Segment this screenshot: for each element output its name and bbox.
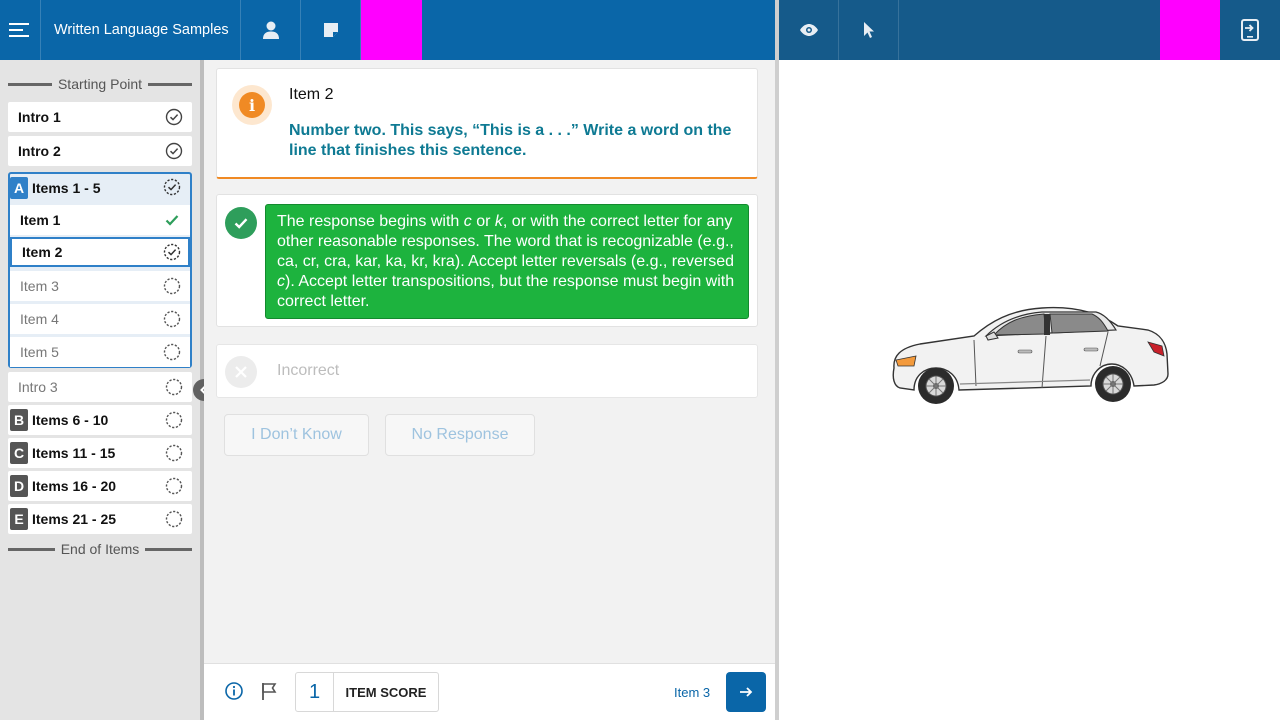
sidebar-item-item-5[interactable]: Item 5 — [10, 337, 190, 367]
close-icon — [235, 366, 247, 378]
preview-button[interactable] — [779, 0, 839, 60]
item-title: Item 2 — [289, 86, 334, 103]
stimulus-toolbar — [779, 0, 1280, 60]
criteria-letter-c: c — [463, 213, 472, 230]
dont-know-button[interactable]: I Don’t Know — [224, 414, 369, 456]
sidebar-group-items-16-20[interactable]: D Items 16 - 20 — [8, 471, 192, 501]
info-badge: i — [232, 85, 272, 125]
redacted-block — [361, 0, 422, 60]
in-progress-dashed-check-icon — [163, 178, 181, 196]
screen-share-button[interactable] — [1220, 0, 1280, 60]
sidebar-item-label: Intro 1 — [18, 109, 61, 125]
flag-icon — [262, 683, 277, 700]
sidebar-group-items-11-15[interactable]: C Items 11 - 15 — [8, 438, 192, 468]
flag-item-button[interactable] — [260, 681, 278, 706]
sidebar-item-item-1[interactable]: Item 1 — [10, 205, 190, 235]
starting-point-label: Starting Point — [57, 76, 143, 92]
item-info-button[interactable] — [224, 681, 244, 706]
not-started-dashed-circle-icon — [165, 411, 183, 429]
group-letter-badge: D — [10, 475, 28, 497]
not-started-dashed-circle-icon — [163, 343, 181, 361]
criteria-letter-c: c — [277, 273, 285, 290]
scored-check-icon — [165, 215, 179, 226]
complete-check-circle-icon — [165, 142, 183, 160]
sidebar-group-label: Items 1 - 5 — [32, 179, 101, 196]
sidebar-item-item-4[interactable]: Item 4 — [10, 304, 190, 334]
criteria-text: or — [471, 213, 495, 230]
starting-point-separator: Starting Point — [8, 76, 192, 92]
sidebar-item-label: Item 2 — [22, 244, 63, 260]
sidebar-item-intro-3[interactable]: Intro 3 — [8, 372, 192, 402]
item-prompt-text: Number two. This says, “This is a . . .”… — [289, 122, 732, 159]
not-started-dashed-circle-icon — [165, 510, 183, 528]
criteria-text: The response begins with — [277, 213, 464, 230]
sidebar-item-label: Item 4 — [20, 311, 59, 327]
no-response-button[interactable]: No Response — [385, 414, 535, 456]
item-score-value: 1 — [296, 673, 334, 711]
top-toolbar: Written Language Samples — [0, 0, 775, 60]
not-started-dashed-circle-icon — [165, 444, 183, 462]
incorrect-label: Incorrect — [277, 362, 340, 379]
assessment-title: Written Language Samples — [40, 0, 241, 60]
sidebar-group-label: Items 6 - 10 — [32, 412, 109, 428]
group-letter-badge: A — [10, 176, 28, 199]
pointer-button[interactable] — [839, 0, 899, 60]
sidebar-group-label: Items 11 - 15 — [32, 445, 116, 461]
sidebar-item-label: Item 1 — [20, 212, 61, 228]
sidebar-item-label: Intro 3 — [18, 379, 58, 395]
sidebar-item-label: Item 3 — [20, 278, 59, 294]
sidebar-group-label: Items 21 - 25 — [32, 511, 117, 527]
eye-icon — [799, 24, 818, 36]
notes-button[interactable] — [301, 0, 361, 60]
criteria-text: ). Accept letter transpositions, but the… — [277, 273, 735, 310]
examinee-button[interactable] — [241, 0, 301, 60]
person-icon — [262, 21, 279, 39]
complete-check-circle-icon — [165, 108, 183, 126]
sidebar-item-label: Item 5 — [20, 344, 59, 360]
criteria-letter-k: k — [494, 213, 503, 230]
cursor-pointer-icon — [863, 22, 874, 38]
info-circle-icon — [225, 682, 243, 700]
note-icon — [323, 23, 338, 37]
not-started-dashed-circle-icon — [165, 378, 183, 396]
next-item-button[interactable] — [726, 672, 766, 712]
tablet-exit-icon — [1241, 19, 1259, 41]
not-started-dashed-circle-icon — [163, 310, 181, 328]
item-score-display: 1 ITEM SCORE — [295, 672, 439, 712]
hamburger-menu-icon — [9, 23, 29, 37]
sidebar-group-label: Items 16 - 20 — [32, 478, 117, 494]
not-started-dashed-circle-icon — [165, 477, 183, 495]
correct-scoring-criteria[interactable]: The response begins with c or k, or with… — [265, 204, 749, 319]
sidebar-item-item-2[interactable]: Item 2 — [10, 237, 190, 267]
sidebar-item-label: Intro 2 — [18, 143, 61, 159]
checkmark-icon — [234, 218, 248, 229]
redacted-block-right — [1160, 0, 1220, 60]
in-progress-dashed-check-icon — [163, 243, 181, 261]
end-of-items-separator: End of Items — [8, 541, 192, 557]
item-score-label: ITEM SCORE — [345, 684, 427, 700]
group-letter-badge: E — [10, 508, 28, 530]
sidebar-group-items-21-25[interactable]: E Items 21 - 25 — [8, 504, 192, 534]
sidebar-item-intro-2[interactable]: Intro 2 — [8, 136, 192, 166]
menu-button[interactable] — [0, 0, 40, 60]
next-item-label: Item 3 — [674, 685, 711, 700]
info-icon: i — [239, 92, 265, 118]
sidebar-item-intro-1[interactable]: Intro 1 — [8, 102, 192, 132]
arrow-right-icon — [740, 687, 753, 697]
group-letter-badge: C — [10, 442, 28, 464]
group-letter-badge: B — [10, 409, 28, 431]
sidebar-item-item-3[interactable]: Item 3 — [10, 271, 190, 301]
car-illustration — [892, 306, 1169, 404]
sidebar-group-items-1-5[interactable]: A Items 1 - 5 — [10, 174, 190, 201]
correct-check-icon[interactable] — [225, 207, 257, 239]
sidebar-group-items-6-10[interactable]: B Items 6 - 10 — [8, 405, 192, 435]
not-started-dashed-circle-icon — [163, 277, 181, 295]
end-of-items-label: End of Items — [60, 541, 140, 557]
incorrect-x-icon[interactable] — [225, 356, 257, 388]
